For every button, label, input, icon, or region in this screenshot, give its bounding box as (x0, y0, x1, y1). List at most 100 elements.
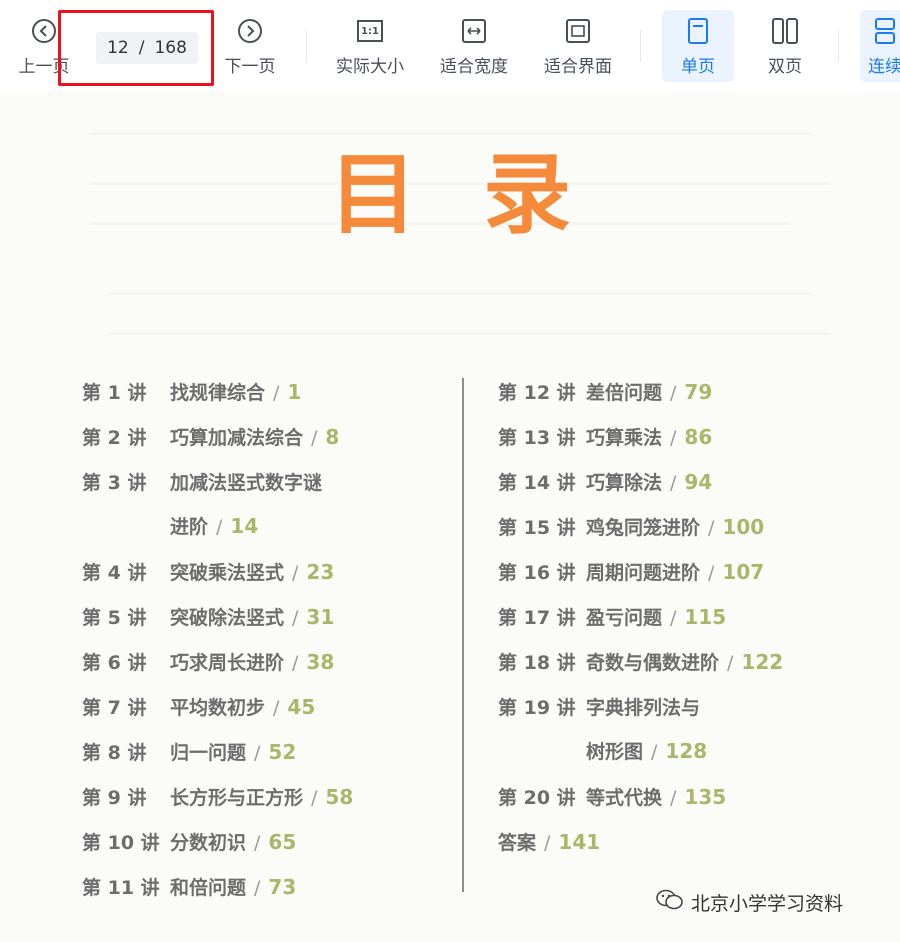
toc-page-number: 45 (287, 695, 316, 719)
toc-lecture-number: 第 16 讲 (498, 562, 576, 584)
toc-lecture-number: 第 11 讲 (82, 877, 160, 899)
toc-slash: / (254, 877, 261, 899)
fit-page-icon (565, 16, 591, 46)
toc-lecture-title: 突破乘法竖式 (170, 562, 285, 584)
toc-page-number: 58 (325, 785, 354, 809)
document-page: 目录 第 1 讲 找规律综合 / 1 第 2 讲 巧算加减法综合 / 8 第 3 讲 加减法竖式数… (0, 92, 900, 942)
toc-slash: / (670, 787, 677, 809)
toc-entry: 第 8 讲 归一问题 / 52 (82, 738, 296, 765)
toc-lecture-title: 突破除法竖式 (170, 607, 285, 629)
toc-lecture-number: 第 20 讲 (498, 787, 576, 809)
double-page-icon (771, 16, 799, 46)
toc-title: 目录 (328, 143, 637, 246)
fit-page-label: 适合界面 (544, 57, 612, 77)
double-page-button[interactable]: 双页 (750, 10, 820, 82)
chevron-left-circle-icon (31, 16, 57, 46)
toc-page-number: 52 (268, 740, 297, 764)
actual-size-button[interactable]: 1:1 实际大小 (330, 10, 410, 82)
toc-page-number: 14 (230, 514, 259, 538)
toc-page-number: 94 (684, 470, 713, 494)
toc-entry: 第 7 讲 平均数初步 / 45 (82, 693, 315, 720)
chevron-right-circle-icon (237, 16, 263, 46)
watermark-text: 北京小学学习资料 (691, 893, 844, 915)
continuous-page-button[interactable]: 连续 (860, 10, 900, 82)
fit-width-button[interactable]: 适合宽度 (434, 10, 514, 82)
toc-page-number: 128 (665, 739, 708, 763)
toc-entry: 第 2 讲 巧算加减法综合 / 8 (82, 423, 339, 450)
toc-lecture-title-continued: 进阶 (170, 516, 209, 538)
toolbar-divider (640, 30, 641, 62)
toc-lecture-number: 第 19 讲 (498, 697, 576, 719)
toc-lecture-number: 第 2 讲 (82, 427, 147, 449)
toc-lecture-title: 平均数初步 (170, 697, 266, 719)
toc-lecture-number: 第 9 讲 (82, 787, 147, 809)
toc-slash: / (216, 516, 223, 538)
toc-lecture-title: 长方形与正方形 (170, 787, 304, 809)
fit-page-button[interactable]: 适合界面 (538, 10, 618, 82)
toc-page-number: 23 (306, 560, 335, 584)
toc-lecture-number: 第 15 讲 (498, 517, 576, 539)
toc-lecture-title: 巧求周长进阶 (170, 652, 285, 674)
continuous-page-icon (874, 16, 896, 46)
toc-page-number: 73 (268, 875, 297, 899)
toc-lecture-number: 第 7 讲 (82, 697, 147, 719)
column-divider (462, 378, 464, 892)
toc-entry: 第 12 讲差倍问题 / 79 (498, 378, 712, 405)
toc-page-number: 115 (684, 605, 727, 629)
toc-lecture-number: 第 14 讲 (498, 472, 576, 494)
toc-slash: / (708, 517, 715, 539)
actual-size-label: 实际大小 (336, 57, 404, 77)
toc-lecture-number: 第 6 讲 (82, 652, 147, 674)
toc-lecture-title: 字典排列法与 (586, 697, 701, 719)
toc-slash: / (670, 607, 677, 629)
toc-slash: / (670, 427, 677, 449)
single-page-label: 单页 (681, 57, 715, 77)
fit-width-icon (461, 16, 487, 46)
toc-lecture-title: 找规律综合 (170, 382, 266, 404)
toc-entry: 第 5 讲 突破除法竖式 / 31 (82, 603, 334, 630)
one-to-one-text: 1:1 (361, 25, 379, 37)
toc-lecture-title: 鸡兔同笼进阶 (586, 517, 701, 539)
single-page-button[interactable]: 单页 (662, 10, 734, 82)
toc-page-number: 65 (268, 830, 297, 854)
toc-entry: 第 13 讲巧算乘法 / 86 (498, 423, 712, 450)
toc-entry: 第 10 讲分数初识 / 65 (82, 828, 296, 855)
toc-lecture-title: 加减法竖式数字谜 (170, 472, 323, 494)
toc-page-number: 100 (722, 515, 765, 539)
toc-slash: / (273, 382, 280, 404)
toc-entry: 第 16 讲周期问题进阶 / 107 (498, 558, 764, 585)
toc-entry: 第 4 讲 突破乘法竖式 / 23 (82, 558, 334, 585)
toc-lecture-title: 差倍问题 (586, 382, 663, 404)
toc-lecture-title: 和倍问题 (170, 877, 247, 899)
fit-width-label: 适合宽度 (440, 57, 508, 77)
toc-lecture-title: 奇数与偶数进阶 (586, 652, 720, 674)
toc-entry: 第 11 讲和倍问题 / 73 (82, 873, 296, 900)
toc-page-number: 135 (684, 785, 727, 809)
toc-lecture-title: 归一问题 (170, 742, 247, 764)
watermark: 北京小学学习资料 (655, 888, 843, 917)
single-page-icon (687, 16, 709, 46)
toc-entry: 第 19 讲字典排列法与 (498, 693, 700, 720)
toc-entry: 第 17 讲盈亏问题 / 115 (498, 603, 726, 630)
toc-lecture-number: 第 12 讲 (498, 382, 576, 404)
toc-slash: / (292, 607, 299, 629)
toc-lecture-number: 答案 (498, 832, 537, 854)
toc-entry: 第 3 讲 加减法竖式数字谜 (82, 468, 322, 495)
toc-page-number: 122 (741, 650, 784, 674)
toc-lecture-number: 第 13 讲 (498, 427, 576, 449)
toolbar-divider (838, 30, 839, 62)
toc-slash: / (670, 382, 677, 404)
next-page-button[interactable]: 下一页 (218, 10, 282, 82)
toc-lecture-number: 第 18 讲 (498, 652, 576, 674)
toc-page-number: 107 (722, 560, 765, 584)
toc-lecture-number: 第 5 讲 (82, 607, 147, 629)
toc-slash: / (670, 472, 677, 494)
toc-lecture-title: 周期问题进阶 (586, 562, 701, 584)
toc-lecture-title: 盈亏问题 (586, 607, 663, 629)
toc-lecture-number: 第 3 讲 (82, 472, 147, 494)
toc-slash: / (254, 832, 261, 854)
toc-entry: 第 18 讲奇数与偶数进阶 / 122 (498, 648, 783, 675)
toc-slash: / (292, 562, 299, 584)
toc-entry: 第 20 讲等式代换 / 135 (498, 783, 726, 810)
toc-entry: 第 9 讲 长方形与正方形 / 58 (82, 783, 353, 810)
